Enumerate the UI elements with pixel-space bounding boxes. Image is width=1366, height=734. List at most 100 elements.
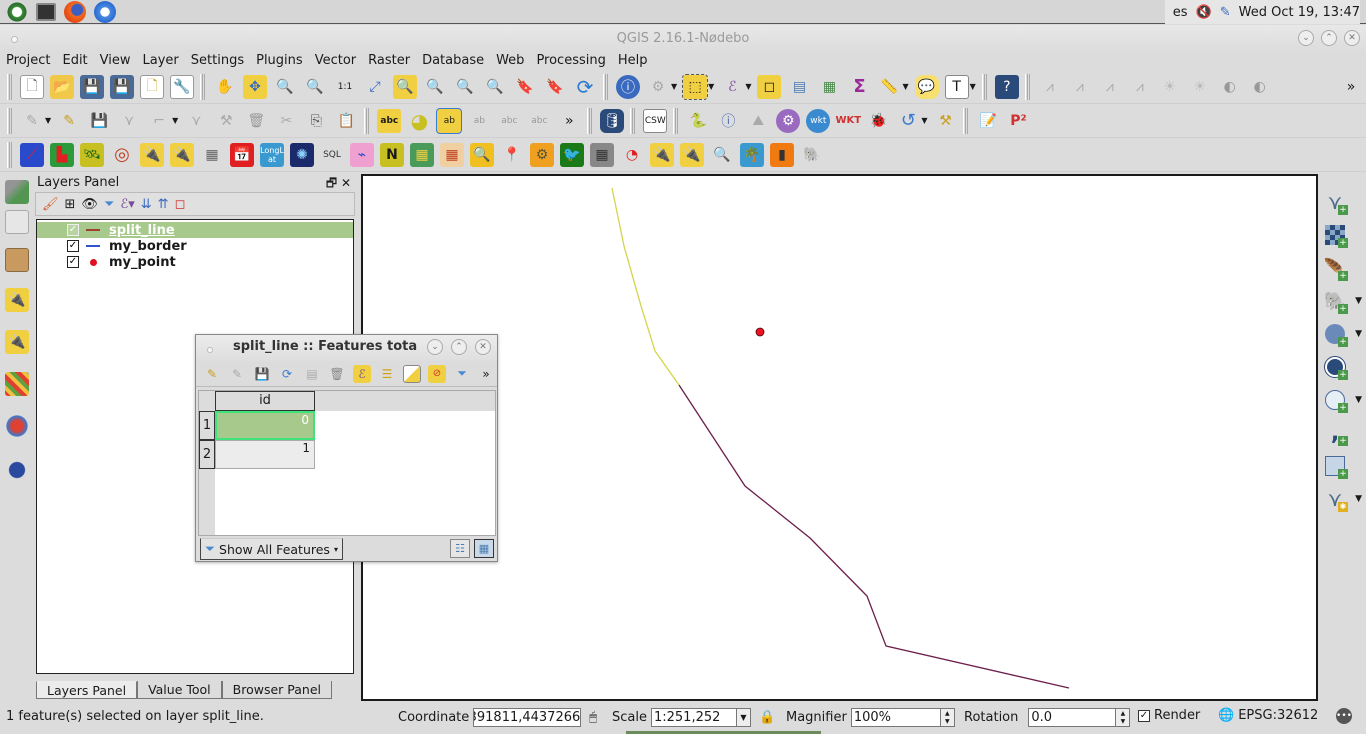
zoom-full-icon[interactable]: ⤢ (363, 75, 387, 99)
delete-selected-icon[interactable]: 🗑 (244, 109, 268, 133)
toggle-editing-icon[interactable]: ✎ (203, 365, 221, 383)
plug-plugin-icon-2[interactable]: 🔌 (5, 330, 29, 354)
volume-muted-icon[interactable]: 🔇 (1196, 5, 1212, 20)
zoom-search-plugin-icon[interactable]: 🔍 (470, 142, 494, 167)
toggle-extents-icon[interactable]: 🖱 (589, 710, 597, 725)
table-view-button[interactable]: ▦ (474, 539, 494, 558)
zoom-to-layer-icon[interactable]: 🔍 (423, 75, 447, 99)
zoom-to-selection-icon[interactable]: 🔍 (393, 74, 417, 99)
plug-plugin-icon[interactable]: 🔌 (5, 288, 29, 312)
form-view-button[interactable]: ☷ (450, 539, 470, 558)
identify-features-icon[interactable]: ⓘ (616, 74, 640, 99)
add-vector-layer-icon[interactable]: ⋎ + (1322, 189, 1348, 215)
mouse-plugin-icon[interactable] (5, 458, 29, 482)
add-postgis-layer-icon[interactable]: 🐘 + ▼ (1322, 288, 1362, 314)
lock-scale-icon[interactable]: 🔒 (759, 710, 775, 725)
quick-wkt-icon[interactable]: WKT (836, 109, 862, 133)
layer-item-my-border[interactable]: ✓ my_border (37, 238, 353, 254)
split-line-segment[interactable] (678, 384, 1070, 689)
add-wcs-layer-icon[interactable]: + (1322, 354, 1348, 380)
menu-vector[interactable]: Vector (315, 52, 356, 70)
prr-plugin-icon[interactable] (5, 414, 29, 438)
satellite-plugin-icon[interactable]: 🛰 (80, 142, 104, 167)
minimize-button[interactable]: ⌄ (1298, 30, 1314, 46)
gears-plugin-icon[interactable]: ⚙ (530, 142, 554, 167)
menu-edit[interactable]: Edit (62, 52, 87, 70)
add-feature-icon[interactable]: ▤ (303, 365, 321, 383)
copy-features-icon[interactable]: ⎘ (304, 109, 328, 133)
new-bookmark-icon[interactable]: 🔖 (513, 75, 537, 99)
reload-icon[interactable]: ⟳ (278, 365, 296, 383)
show-statistical-summary-icon[interactable]: Σ (847, 75, 871, 99)
plug-plugin-4-icon[interactable]: 🔌 (680, 142, 704, 167)
keyboard-layout[interactable]: es (1173, 5, 1188, 20)
zoom-last-icon[interactable]: 🔍 (453, 75, 477, 99)
menu-plugins[interactable]: Plugins (256, 52, 303, 70)
python-console-icon[interactable]: 🐍 (686, 109, 710, 133)
plugin-reloader-dropdown-icon[interactable]: ▼ (921, 116, 927, 125)
add-wfs-layer-icon[interactable]: + ▼ (1322, 387, 1362, 413)
open-project-icon[interactable]: 📂 (50, 74, 74, 99)
menu-processing[interactable]: Processing (536, 52, 605, 70)
menu-view[interactable]: View (100, 52, 131, 70)
green-red-plugin-icon[interactable]: ▙ (50, 142, 74, 167)
map-tips-icon[interactable]: 💬 (914, 74, 939, 99)
expand-all-icon[interactable]: ⇊ (141, 197, 152, 212)
select-features-dropdown-icon[interactable]: ▼ (708, 82, 714, 91)
identify-plugin-icon[interactable]: ⓘ (716, 109, 740, 133)
menu-help[interactable]: Help (618, 52, 648, 70)
node-tool-icon[interactable]: ⌐ (147, 109, 171, 133)
processing-toolbox-icon[interactable] (5, 180, 29, 204)
layer-item-split-line[interactable]: ✓ split_line (37, 222, 353, 238)
composer-manager-icon[interactable]: 🔧 (170, 74, 194, 99)
add-feature-icon[interactable]: ⋎ (117, 109, 141, 133)
map-plugin-icon[interactable] (5, 248, 29, 272)
barcode-plugin-icon[interactable]: ▮ (770, 142, 794, 167)
render-checkbox[interactable]: ✓ (1138, 709, 1150, 722)
row-header[interactable]: 2 (199, 440, 215, 469)
calendar-plugin-icon[interactable]: 📅 (230, 142, 254, 167)
heatmap-plugin-icon[interactable] (5, 372, 29, 396)
profile-tool-plugin-icon[interactable]: ⌁ (350, 142, 374, 167)
sql-search-plugin-icon[interactable]: SQL (320, 143, 344, 167)
select-by-expression-icon[interactable]: ℰ (720, 75, 744, 99)
toolbar-overflow-icon[interactable]: » (1339, 75, 1363, 99)
terrain-profile-icon[interactable]: ⛰ (746, 109, 770, 133)
row-header[interactable]: 1 (199, 411, 215, 440)
toolbar-overflow-icon[interactable]: » (557, 109, 581, 133)
grid-corner[interactable] (199, 391, 215, 411)
new-project-icon[interactable]: 🗋 (20, 74, 44, 99)
toolbar-grip[interactable] (1024, 73, 1030, 100)
zoom-in-icon[interactable]: 🔍 (273, 75, 297, 99)
save-layer-edits-icon[interactable]: 💾 (87, 109, 111, 133)
menu-layer[interactable]: Layer (143, 52, 179, 70)
rotation-field[interactable]: 0.0 (1028, 708, 1117, 727)
move-label-icon[interactable]: abc (497, 109, 521, 133)
move-feature-icon[interactable]: ⋎ (184, 109, 208, 133)
current-edits-icon[interactable]: ✎ (20, 109, 44, 133)
add-wms-layer-icon[interactable]: + ▼ (1322, 321, 1362, 347)
select-by-expression-dropdown-icon[interactable]: ▼ (745, 82, 751, 91)
metasearch-csw-icon[interactable]: CSW (643, 108, 668, 133)
tunnel-plugin-icon[interactable]: ✺ (290, 142, 314, 167)
float-panel-icon[interactable]: 🗗 (326, 176, 337, 190)
postgis-elephant-plugin-icon[interactable]: 🐘 (800, 143, 824, 167)
open-field-calculator-icon[interactable]: ▦ (817, 75, 841, 99)
add-group-icon[interactable]: ⊞ (65, 197, 76, 212)
toggle-editing-icon[interactable]: ✎ (57, 109, 81, 133)
plug-plugin-2-icon[interactable]: 🔌 (170, 142, 194, 167)
map-pin-plugin-icon[interactable]: 📍 (500, 143, 524, 167)
spiral-plugin-icon[interactable]: ◎ (110, 143, 134, 167)
add-spatialite-layer-icon[interactable]: , + (1322, 420, 1348, 446)
rotation-spinner[interactable]: ▲ ▼ (1116, 708, 1131, 727)
layer-item-my-point[interactable]: ✓ my_point (37, 254, 353, 270)
heatmap-plugin-icon[interactable]: ▦ (440, 142, 464, 167)
maximize-button[interactable]: ⌃ (1321, 30, 1337, 46)
deselect-all-icon[interactable]: ◻ (757, 74, 782, 99)
toolbar-grip[interactable] (963, 107, 969, 134)
scale-dropdown-icon[interactable]: ▼ (736, 708, 751, 727)
open-attribute-table-icon[interactable]: ▤ (787, 75, 811, 99)
more-tools-icon[interactable]: » (477, 365, 495, 383)
filter-legend-icon[interactable]: ⏷ (104, 197, 114, 212)
measure-line-dropdown-icon[interactable]: ▼ (902, 82, 908, 91)
